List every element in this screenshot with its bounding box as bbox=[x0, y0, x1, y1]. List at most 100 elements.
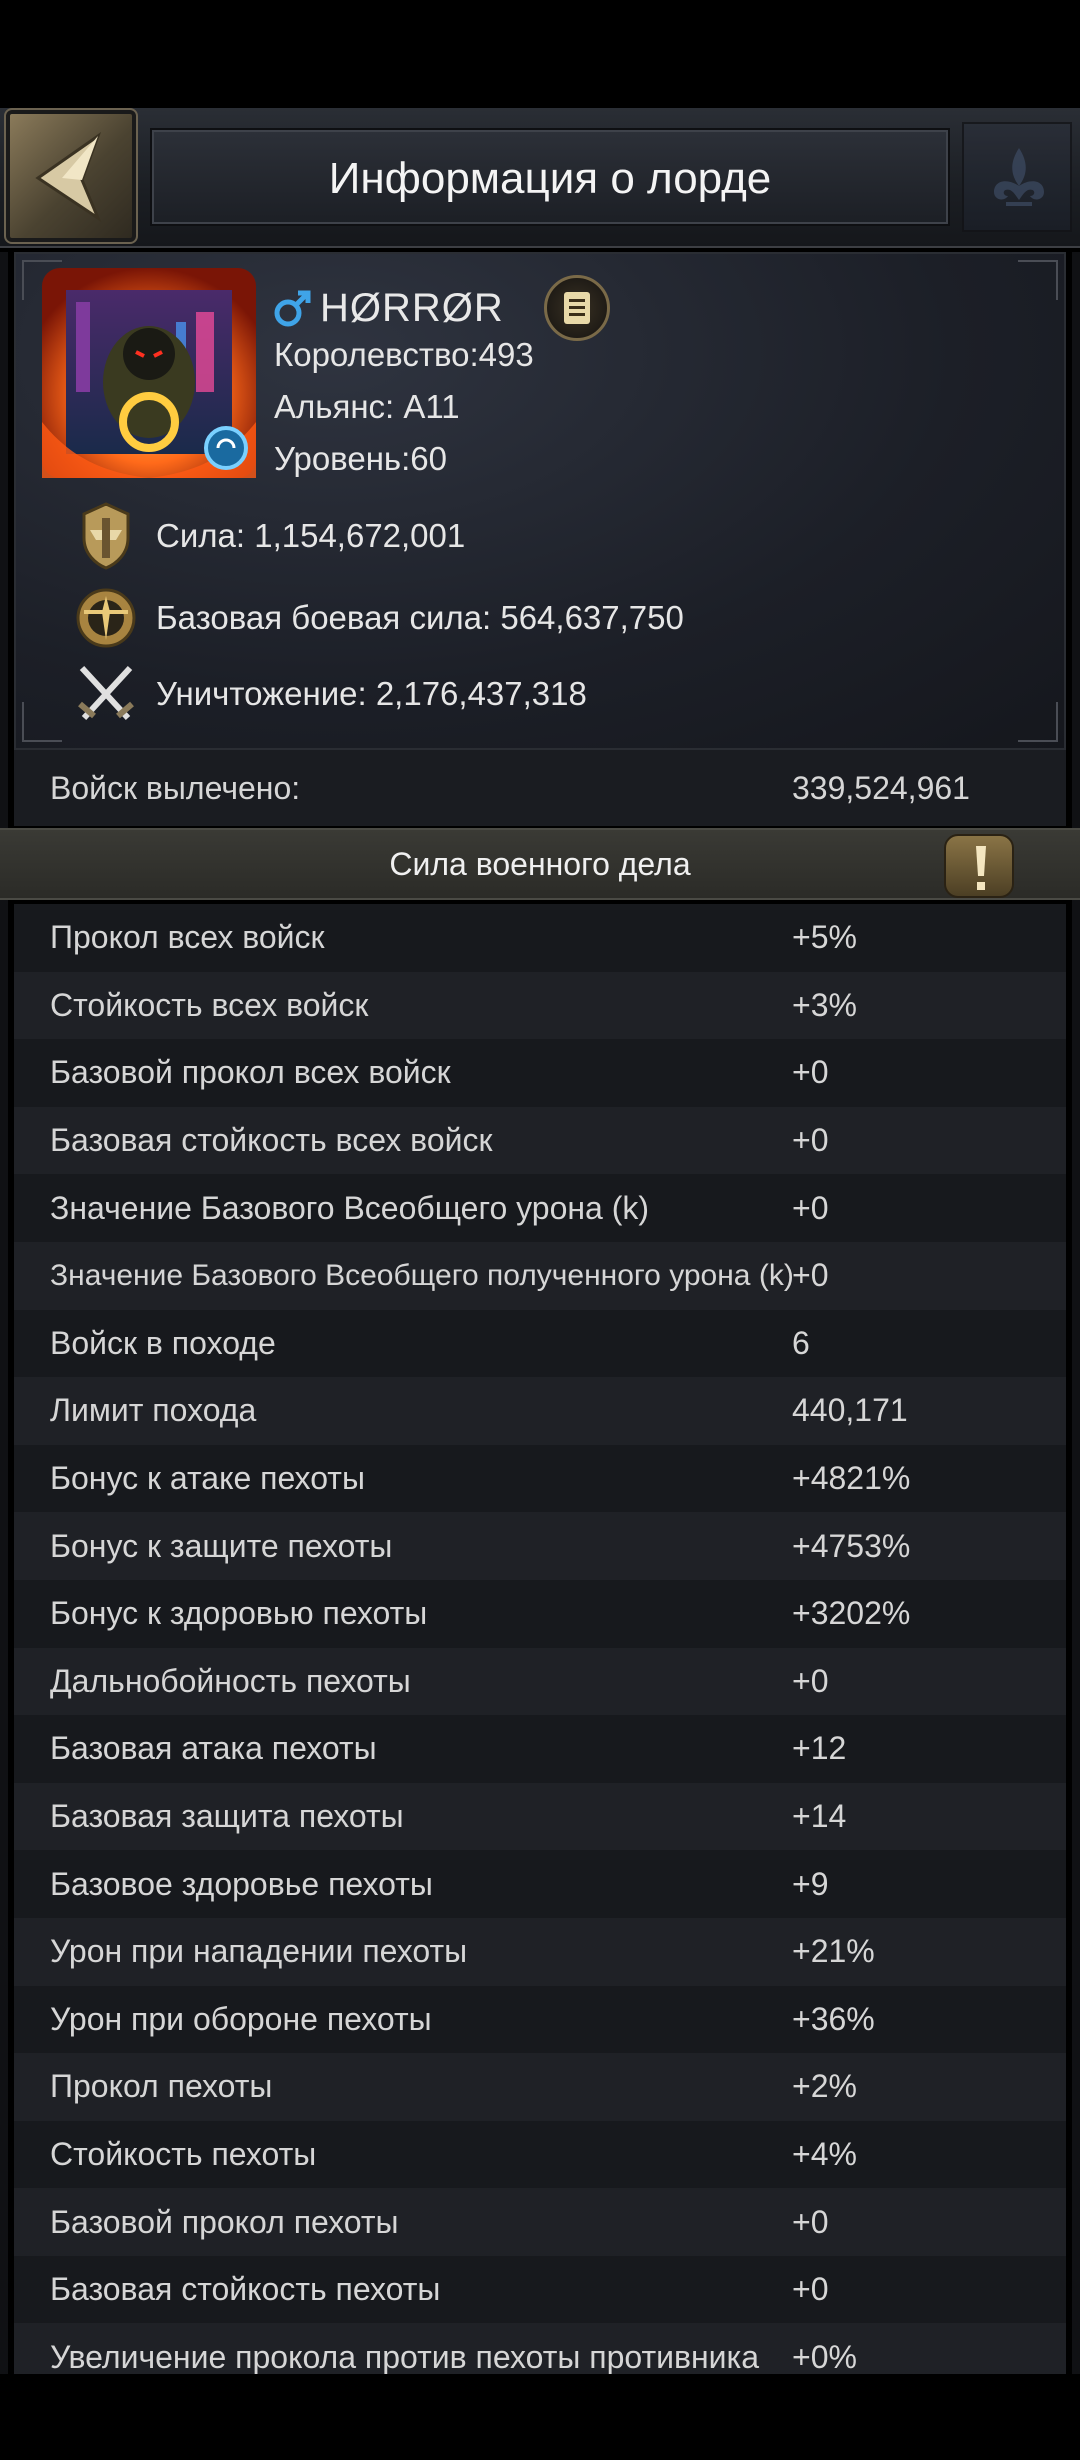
stat-label: Базовая атака пехоты bbox=[50, 1730, 377, 1767]
table-row: Дальнобойность пехоты +0 bbox=[14, 1647, 1066, 1716]
table-row: Базовая стойкость пехоты +0 bbox=[14, 2256, 1066, 2324]
level-text: Уровень:60 bbox=[274, 440, 447, 477]
stat-label: Урон при обороне пехоты bbox=[50, 2000, 432, 2037]
stat-value: +0 bbox=[792, 1662, 829, 1699]
stat-label: Прокол пехоты bbox=[50, 2068, 273, 2105]
stat-label: Войск в походе bbox=[50, 1324, 276, 1361]
table-row: Базовое здоровье пехоты +9 bbox=[14, 1850, 1066, 1918]
fleur-de-lis-icon bbox=[994, 148, 1044, 206]
stat-value: +0 bbox=[792, 1122, 829, 1159]
table-row: Увеличение прокола против пехоты противн… bbox=[14, 2323, 1066, 2374]
troops-healed-value: 339,524,961 bbox=[792, 769, 970, 806]
lord-profile-panel: ΗØRRØR Королевство:493 Альянс: A11 Урове… bbox=[14, 252, 1066, 750]
power-text: Сила: 1,154,672,001 bbox=[156, 517, 466, 554]
table-row: Прокол всех войск +5% bbox=[14, 904, 1066, 972]
page-title: Информация о лорде bbox=[328, 154, 772, 203]
stat-value: +0 bbox=[792, 2203, 829, 2240]
stat-value: +0 bbox=[792, 1054, 829, 1091]
frame-corner bbox=[1018, 260, 1058, 300]
stat-value: +21% bbox=[792, 1933, 875, 1970]
stat-value: +14 bbox=[792, 1798, 847, 1835]
document-icon bbox=[563, 292, 590, 324]
frame-corner bbox=[22, 702, 62, 742]
stat-label: Значение Базового Всеобщего урона (k) bbox=[50, 1189, 650, 1226]
stat-value: +12 bbox=[792, 1730, 847, 1767]
stats-table[interactable]: Прокол всех войск +5% Стойкость всех войск… bbox=[14, 904, 1066, 2374]
lord-avatar[interactable] bbox=[36, 262, 262, 484]
troops-healed-row: Войск вылечено: 339,524,961 bbox=[14, 750, 1066, 826]
base-combat-power-text: Базовая боевая сила: 564,637,750 bbox=[156, 599, 684, 636]
stat-label: Стойкость пехоты bbox=[50, 2135, 317, 2172]
stat-value: +4753% bbox=[792, 1527, 911, 1564]
frame-corner bbox=[1018, 702, 1058, 742]
crossed-swords-icon bbox=[78, 665, 134, 721]
table-row: Базовая защита пехоты +14 bbox=[14, 1782, 1066, 1851]
table-row: Урон при нападении пехоты +21% bbox=[14, 1917, 1066, 1986]
stat-value: +0 bbox=[792, 2271, 829, 2308]
table-row: Базовая стойкость всех войск +0 bbox=[14, 1106, 1066, 1175]
stat-value: +3% bbox=[792, 986, 857, 1023]
male-gender-icon bbox=[274, 290, 311, 327]
table-row: Лимит похода 440,171 bbox=[14, 1377, 1066, 1445]
table-row: Значение Базового Всеобщего урона (k) +0 bbox=[14, 1174, 1066, 1242]
stat-value: +9 bbox=[792, 1865, 829, 1902]
info-button[interactable] bbox=[944, 834, 1014, 898]
stat-label: Прокол всех войск bbox=[50, 919, 325, 956]
stat-value: +36% bbox=[792, 2000, 875, 2037]
status-bar bbox=[0, 0, 1080, 108]
stat-label: Стойкость всех войск bbox=[50, 986, 369, 1023]
back-button[interactable] bbox=[4, 108, 138, 244]
table-row: Стойкость всех войск +3% bbox=[14, 971, 1066, 1040]
lord-name-row: ΗØRRØR bbox=[272, 275, 610, 341]
stat-label: Дальнобойность пехоты bbox=[50, 1662, 411, 1699]
table-row: Базовой прокол пехоты +0 bbox=[14, 2188, 1066, 2256]
table-row: Базовой прокол всех войск +0 bbox=[14, 1039, 1066, 1107]
stat-label: Базовая защита пехоты bbox=[50, 1798, 404, 1835]
stat-value: 6 bbox=[792, 1324, 810, 1361]
section-title: Сила военного дела bbox=[389, 846, 691, 882]
stat-label: Урон при нападении пехоты bbox=[50, 1933, 468, 1970]
kills-row: Уничтожение: 2,176,437,318 bbox=[70, 658, 587, 730]
stat-label: Базовое здоровье пехоты bbox=[50, 1865, 433, 1902]
stat-value: +2% bbox=[792, 2068, 857, 2105]
table-row: Базовая атака пехоты +12 bbox=[14, 1715, 1066, 1783]
back-arrow-icon bbox=[35, 132, 102, 223]
stat-label: Базовая стойкость всех войск bbox=[50, 1122, 493, 1159]
table-row: Бонус к защите пехоты +4753% bbox=[14, 1512, 1066, 1580]
emblem-button[interactable] bbox=[962, 122, 1072, 232]
table-row: Бонус к здоровью пехоты +3202% bbox=[14, 1580, 1066, 1648]
stat-label: Бонус к здоровью пехоты bbox=[50, 1595, 428, 1632]
stat-value: +0% bbox=[792, 2338, 857, 2374]
stat-label: Базовая стойкость пехоты bbox=[50, 2271, 441, 2308]
table-row: Стойкость пехоты +4% bbox=[14, 2121, 1066, 2189]
table-row: Значение Базового Всеобщего полученного … bbox=[14, 1241, 1066, 1310]
stat-value: +4821% bbox=[792, 1460, 911, 1497]
power-row: Сила: 1,154,672,001 bbox=[70, 500, 465, 572]
stat-label: Бонус к защите пехоты bbox=[50, 1527, 393, 1564]
stat-value: +0 bbox=[792, 1189, 829, 1226]
base-combat-power-row: Базовая боевая сила: 564,637,750 bbox=[70, 582, 684, 654]
table-row: Бонус к атаке пехоты +4821% bbox=[14, 1445, 1066, 1513]
troops-healed-label: Войск вылечено: bbox=[50, 769, 301, 806]
kingdom-text: Королевство:493 bbox=[274, 336, 534, 373]
power-icon bbox=[82, 502, 130, 570]
stat-label: Увеличение прокола против пехоты противн… bbox=[50, 2338, 760, 2374]
bottom-edge bbox=[0, 2374, 1080, 2460]
stat-value: +3202% bbox=[792, 1595, 911, 1632]
stat-value: +4% bbox=[792, 2135, 857, 2172]
stat-label: Базовой прокол пехоты bbox=[50, 2203, 399, 2240]
stat-value: +5% bbox=[792, 919, 857, 956]
notes-button[interactable] bbox=[543, 275, 610, 341]
title-plate: Информация о лорде bbox=[150, 128, 950, 226]
stat-label: Значение Базового Всеобщего полученного … bbox=[50, 1258, 794, 1292]
stat-label: Базовой прокол всех войск bbox=[50, 1054, 451, 1091]
stat-value: 440,171 bbox=[792, 1392, 908, 1429]
right-frame bbox=[1072, 252, 1080, 2374]
table-row: Войск в походе 6 bbox=[14, 1310, 1066, 1378]
left-frame bbox=[0, 252, 8, 2374]
section-header: Сила военного дела bbox=[0, 828, 1080, 900]
stat-label: Лимит похода bbox=[50, 1392, 257, 1429]
top-bar: Информация о лорде bbox=[0, 108, 1080, 248]
exclamation-icon bbox=[976, 846, 986, 890]
table-row: Прокол пехоты +2% bbox=[14, 2053, 1066, 2121]
